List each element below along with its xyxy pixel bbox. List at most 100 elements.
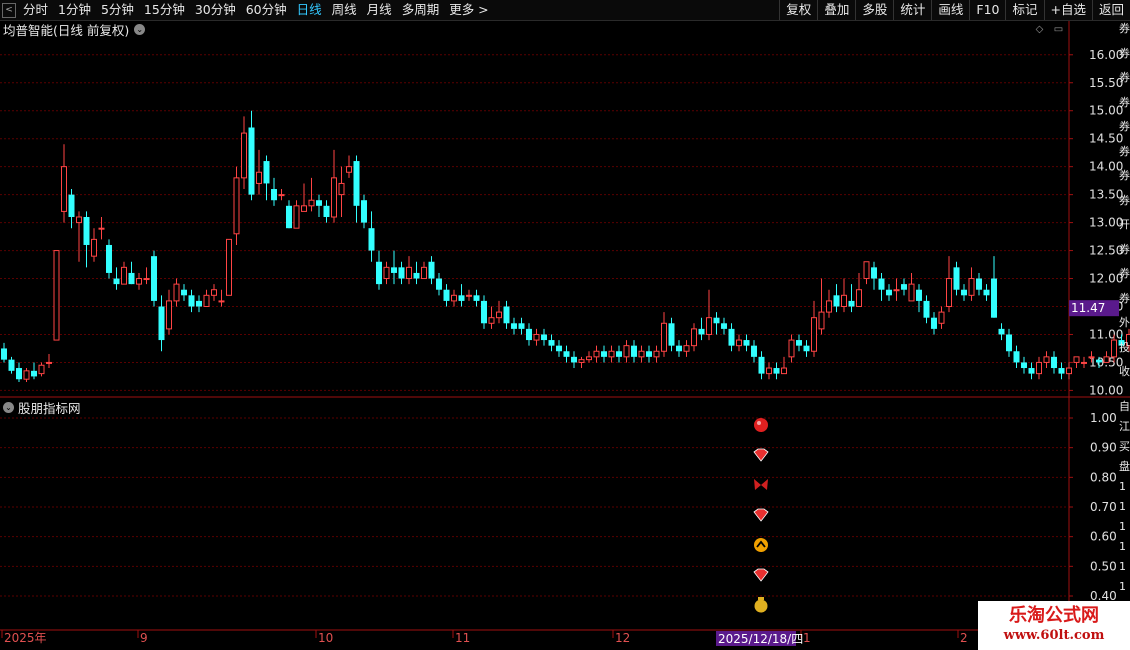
toolbar-button[interactable]: 返回 xyxy=(1091,0,1130,20)
candle xyxy=(631,340,637,363)
strip-char: 券 xyxy=(1119,120,1130,133)
period-tab[interactable]: 更多 > xyxy=(444,0,493,20)
period-tab[interactable]: 60分钟 xyxy=(241,0,292,20)
candle-body xyxy=(1073,356,1080,363)
toolbar-button[interactable]: +自选 xyxy=(1043,0,1092,20)
toolbar-button[interactable]: 多股 xyxy=(855,0,893,20)
candle xyxy=(428,256,435,285)
candle-body xyxy=(406,266,412,280)
candle-body xyxy=(256,171,262,184)
candle-body xyxy=(916,289,922,301)
candle xyxy=(256,149,262,195)
candle xyxy=(818,278,825,335)
candle xyxy=(443,284,450,307)
candle-body xyxy=(338,182,345,196)
candle-body xyxy=(833,295,840,307)
candle xyxy=(916,284,922,313)
candle-body xyxy=(16,368,22,380)
toolbar-button[interactable]: 标记 xyxy=(1005,0,1043,20)
candle xyxy=(23,368,30,383)
candle xyxy=(533,328,540,346)
candle xyxy=(436,272,442,296)
kline-chart[interactable]: 16.0015.5015.0014.5014.0013.5013.0012.50… xyxy=(0,0,1130,650)
indicator-tick-label: 0.70 xyxy=(1090,500,1117,514)
period-tab[interactable]: 15分钟 xyxy=(139,0,190,20)
candle xyxy=(526,323,532,346)
period-tab[interactable]: 周线 xyxy=(327,0,362,20)
candle-body xyxy=(443,289,450,301)
candle xyxy=(938,306,945,329)
toolbar-button[interactable]: 画线 xyxy=(931,0,969,20)
candle-body xyxy=(563,351,570,357)
candle xyxy=(503,300,510,329)
candle xyxy=(61,144,67,223)
candle-body xyxy=(241,132,247,179)
candle xyxy=(691,323,697,352)
toolbar-button[interactable]: 复权 xyxy=(779,0,817,20)
candle xyxy=(151,250,157,307)
candle-body xyxy=(436,278,442,290)
strip-char: 自 xyxy=(1119,400,1130,413)
candle-body xyxy=(1051,356,1057,369)
candle-body xyxy=(893,289,900,292)
period-tab[interactable]: 分时 xyxy=(18,0,53,20)
main-chart-title: 均普智能(日线 前复权) ⌄ xyxy=(3,21,146,38)
candle xyxy=(713,312,720,335)
candle-body xyxy=(1,348,7,360)
candle xyxy=(278,189,285,201)
period-tab[interactable]: 月线 xyxy=(362,0,397,20)
period-tab[interactable]: 多周期 xyxy=(397,0,445,20)
red-gem-icon xyxy=(753,448,769,462)
candle-body xyxy=(286,205,292,229)
toolbar-button[interactable]: F10 xyxy=(969,0,1005,20)
candle-body xyxy=(166,300,172,330)
candle-body xyxy=(728,328,735,346)
candle xyxy=(346,155,352,178)
candle xyxy=(361,194,367,229)
strip-char: 券 xyxy=(1119,169,1130,182)
back-arrow-icon[interactable]: < xyxy=(2,3,16,18)
candle-body xyxy=(578,359,585,363)
candle xyxy=(976,272,982,296)
strip-char: 券 xyxy=(1119,193,1130,207)
candle xyxy=(218,289,225,307)
candle-body xyxy=(23,370,30,380)
candle-body xyxy=(173,283,180,302)
candle xyxy=(1013,345,1020,369)
window-icon[interactable]: ▭ xyxy=(1053,24,1064,35)
candle-body xyxy=(593,350,600,358)
toolbar-button[interactable]: 统计 xyxy=(893,0,931,20)
candle xyxy=(1081,356,1087,369)
candle xyxy=(376,250,382,290)
strip-char: 开 xyxy=(1119,218,1130,231)
toolbar-button[interactable]: 叠加 xyxy=(817,0,855,20)
candle xyxy=(946,256,952,313)
period-tab[interactable]: 30分钟 xyxy=(190,0,241,20)
chevron-down-icon[interactable]: ⌄ xyxy=(3,402,14,413)
gem-shape xyxy=(753,448,769,462)
candle-body xyxy=(991,278,997,318)
candle-body xyxy=(218,300,225,303)
candle-body xyxy=(698,328,705,335)
period-tab[interactable]: 5分钟 xyxy=(96,0,139,20)
period-tab[interactable]: 日线 xyxy=(292,0,327,20)
candle xyxy=(391,250,397,285)
candle-body xyxy=(668,323,675,346)
candle xyxy=(863,261,870,285)
orange-arrow-icon xyxy=(754,538,768,552)
candle xyxy=(653,345,660,363)
candle-body xyxy=(533,333,540,341)
candle-body xyxy=(181,289,187,296)
period-tab[interactable]: 1分钟 xyxy=(53,0,96,20)
right-info-strip-lower: 自江买盘 1 1 1 1 1 1 xyxy=(1119,400,1130,600)
candle-body xyxy=(38,364,45,375)
candle xyxy=(451,289,457,307)
candle-body xyxy=(856,289,862,307)
diamond-icon[interactable]: ◇ xyxy=(1034,24,1045,35)
strip-char: 买 xyxy=(1119,440,1130,453)
candle-body xyxy=(1021,362,1027,369)
candle-body xyxy=(458,295,465,301)
chevron-down-icon[interactable]: ⌄ xyxy=(134,23,146,35)
period-toolbar: < 分时 1分钟 5分钟 15分钟 30分钟 60分钟 日线 周线 月线 多周期 更多 > 复权 叠加多… xyxy=(0,0,1130,21)
candle xyxy=(1051,351,1057,374)
